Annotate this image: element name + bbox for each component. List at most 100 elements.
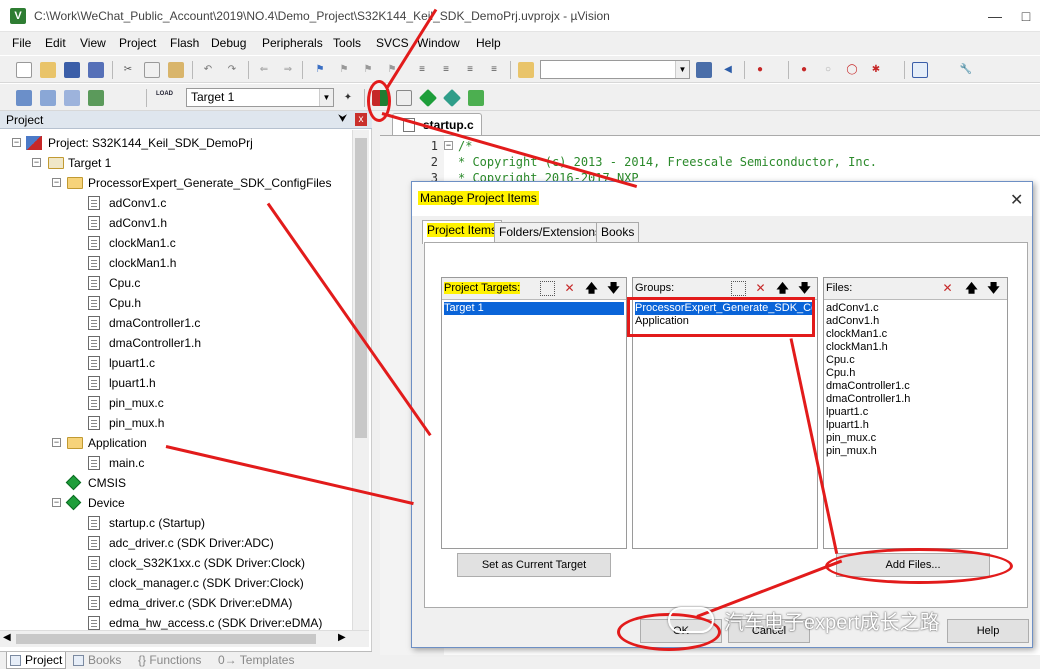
target-select[interactable]: Target 1 ▼: [186, 88, 334, 107]
pack-installer-icon[interactable]: [468, 90, 484, 106]
list-item[interactable]: dmaController1.c: [826, 380, 910, 393]
list-item[interactable]: clockMan1.c: [826, 328, 887, 341]
menu-help[interactable]: Help: [476, 36, 501, 50]
manage-multi-project-icon[interactable]: [396, 90, 412, 106]
nav-back-icon[interactable]: ⇐: [256, 62, 272, 78]
delete-icon[interactable]: ✕: [753, 281, 768, 296]
manage-rte-icon[interactable]: [418, 88, 438, 108]
help-button[interactable]: Help: [947, 619, 1029, 643]
list-item[interactable]: Cpu.h: [826, 367, 855, 380]
tab-project[interactable]: Project: [6, 652, 66, 669]
find-combo[interactable]: ▼: [540, 60, 690, 79]
tree-project-root[interactable]: − Project: S32K144_Keil_SDK_DemoPrj: [0, 133, 350, 153]
set-current-target-button[interactable]: Set as Current Target: [457, 553, 611, 577]
scroll-right-icon[interactable]: ▶: [338, 632, 346, 643]
menu-view[interactable]: View: [80, 36, 106, 50]
nav-forward-icon[interactable]: ⇒: [280, 62, 296, 78]
tab-functions[interactable]: {} Functions: [132, 652, 212, 669]
move-down-icon[interactable]: 🡇: [606, 281, 621, 296]
tree-vertical-scrollbar[interactable]: [352, 130, 369, 630]
tree-target[interactable]: − Target 1: [0, 153, 350, 173]
menu-file[interactable]: File: [12, 36, 31, 50]
menu-svcs[interactable]: SVCS: [376, 36, 409, 50]
comment-icon[interactable]: ≡: [462, 62, 478, 78]
editor-tab-startup[interactable]: startup.c: [392, 113, 482, 135]
delete-icon[interactable]: ✕: [562, 281, 577, 296]
save-all-icon[interactable]: [88, 62, 104, 78]
list-item[interactable]: Cpu.c: [826, 354, 855, 367]
chevron-down-icon[interactable]: ▼: [319, 89, 333, 106]
list-item[interactable]: clockMan1.h: [826, 341, 888, 354]
maximize-button[interactable]: □: [1012, 4, 1040, 28]
list-item[interactable]: pin_mux.c: [826, 432, 876, 445]
prev-bookmark-icon[interactable]: ⚑: [336, 62, 352, 78]
list-item[interactable]: adConv1.h: [826, 315, 879, 328]
disable-breakpoint-icon[interactable]: ○: [820, 62, 836, 78]
files-list[interactable]: Files: ✕ 🡅 🡇 adConv1.c adConv1.h clockMa…: [823, 277, 1008, 549]
menu-tools[interactable]: Tools: [333, 36, 361, 50]
disable-all-breakpoints-icon[interactable]: ◯: [844, 62, 860, 78]
move-down-icon[interactable]: 🡇: [986, 281, 1001, 296]
new-item-icon[interactable]: [540, 281, 555, 296]
collapse-icon[interactable]: −: [52, 438, 61, 447]
translate-icon[interactable]: [16, 90, 32, 106]
tab-project-items[interactable]: Project Items: [422, 220, 503, 244]
collapse-icon[interactable]: −: [32, 158, 41, 167]
move-up-icon[interactable]: 🡅: [775, 281, 790, 296]
menu-project[interactable]: Project: [119, 36, 156, 50]
pin-icon[interactable]: ⮟: [338, 113, 347, 126]
menu-peripherals[interactable]: Peripherals: [262, 36, 323, 50]
minimize-button[interactable]: —: [978, 4, 1012, 28]
new-item-icon[interactable]: [731, 281, 746, 296]
tab-templates[interactable]: 0→ Templates: [214, 652, 314, 669]
list-item[interactable]: adConv1.c: [826, 302, 879, 315]
scrollbar-thumb[interactable]: [16, 634, 316, 644]
tree-horizontal-scrollbar[interactable]: ◀ ▶: [0, 630, 369, 647]
menu-flash[interactable]: Flash: [170, 36, 199, 50]
configure-icon[interactable]: 🔧: [958, 62, 974, 78]
build-icon[interactable]: [40, 90, 56, 106]
list-item[interactable]: pin_mux.h: [826, 445, 877, 458]
list-item[interactable]: lpuart1.h: [826, 419, 869, 432]
scrollbar-thumb[interactable]: [355, 138, 367, 438]
undo-icon[interactable]: ↶: [200, 62, 216, 78]
tab-books[interactable]: Books: [70, 652, 130, 669]
copy-icon[interactable]: [144, 62, 160, 78]
list-item[interactable]: Target 1: [444, 302, 624, 315]
select-packs-icon[interactable]: [442, 88, 462, 108]
target-options-icon[interactable]: ✦: [340, 90, 356, 106]
menu-edit[interactable]: Edit: [45, 36, 66, 50]
move-up-icon[interactable]: 🡅: [964, 281, 979, 296]
project-targets-list[interactable]: Project Targets: ✕ 🡅 🡇 Target 1: [441, 277, 627, 549]
unindent-icon[interactable]: ≡: [438, 62, 454, 78]
incremental-find-icon[interactable]: ◀: [720, 62, 736, 78]
tab-books[interactable]: Books: [596, 222, 640, 243]
collapse-icon[interactable]: −: [52, 498, 61, 507]
close-icon[interactable]: ✕: [1010, 190, 1023, 210]
kill-breakpoints-icon[interactable]: ✱: [868, 62, 884, 78]
save-icon[interactable]: [64, 62, 80, 78]
download-icon[interactable]: LOAD: [156, 90, 173, 106]
bookmark-icon[interactable]: ⚑: [312, 62, 328, 78]
tab-folders-extensions[interactable]: Folders/Extensions: [494, 222, 607, 243]
new-file-icon[interactable]: [16, 62, 32, 78]
scroll-left-icon[interactable]: ◀: [3, 632, 11, 643]
window-layout-icon[interactable]: [912, 62, 928, 78]
menu-debug[interactable]: Debug: [211, 36, 246, 50]
delete-icon[interactable]: ✕: [940, 281, 955, 296]
batch-build-icon[interactable]: [88, 90, 104, 106]
redo-icon[interactable]: ↷: [224, 62, 240, 78]
debug-session-icon[interactable]: ●: [752, 62, 768, 78]
collapse-icon[interactable]: −: [52, 178, 61, 187]
find-icon[interactable]: [696, 62, 712, 78]
close-icon[interactable]: x: [355, 113, 367, 126]
list-item[interactable]: dmaController1.h: [826, 393, 910, 406]
list-item[interactable]: lpuart1.c: [826, 406, 868, 419]
menu-window[interactable]: Window: [417, 36, 460, 50]
indent-icon[interactable]: ≡: [414, 62, 430, 78]
open-folder-icon[interactable]: [40, 62, 56, 78]
next-bookmark-icon[interactable]: ⚑: [360, 62, 376, 78]
move-down-icon[interactable]: 🡇: [797, 281, 812, 296]
move-up-icon[interactable]: 🡅: [584, 281, 599, 296]
tree-group-processorexpert[interactable]: − ProcessorExpert_Generate_SDK_ConfigFil…: [0, 173, 350, 193]
